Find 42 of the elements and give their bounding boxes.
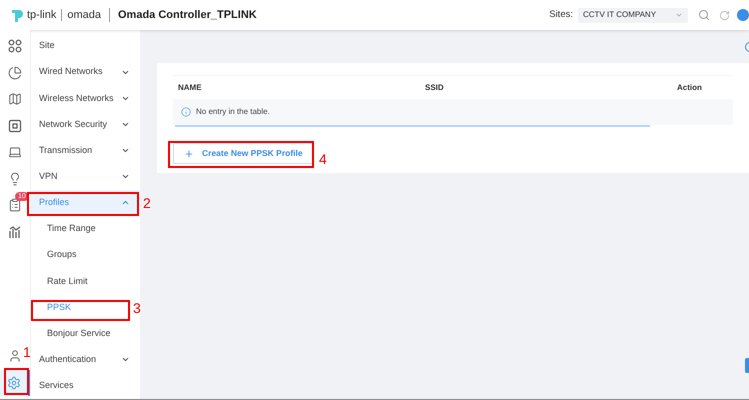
info-icon [181, 107, 191, 117]
column-header: SSID [425, 82, 445, 94]
column-header: NAME [177, 82, 203, 94]
submenu-item[interactable]: Bonjour Service [47, 320, 111, 347]
pie-chart-icon [8, 66, 22, 80]
menu-item[interactable]: VPN [31, 164, 140, 190]
logo-icon [10, 7, 26, 23]
brand-text: tp-link [27, 8, 56, 23]
settings-icon [7, 376, 21, 390]
site-select[interactable]: CCTV IT COMPANY [578, 8, 688, 22]
menu-item[interactable]: Wired Networks [31, 59, 140, 86]
clipboard-icon [8, 198, 22, 212]
plus-icon [184, 148, 194, 158]
chevron-down-icon [675, 11, 683, 19]
annotation-number: 1 [23, 344, 31, 360]
device-icon [8, 118, 22, 133]
menu-item[interactable]: Transmission [31, 138, 140, 164]
sites-label: Sites: [549, 8, 573, 22]
column-header: Action [677, 82, 702, 94]
app-title: Omada Controller_TPLINK [118, 8, 257, 23]
laptop-icon [8, 145, 22, 160]
submenu-item[interactable]: Groups [47, 242, 77, 268]
bar-chart-icon [8, 224, 22, 239]
annotation-frame [4, 368, 29, 395]
menu-item[interactable]: Network Security [31, 111, 140, 138]
annotation-number: 3 [133, 300, 141, 316]
submenu-item[interactable]: Time Range [47, 216, 96, 242]
annotation-number: 2 [143, 195, 151, 211]
search-icon[interactable] [698, 9, 710, 21]
menu-item[interactable]: Site [31, 33, 140, 60]
menu-item[interactable]: Services [31, 372, 140, 399]
map-icon [8, 92, 22, 106]
grid-icon [8, 39, 22, 54]
lightbulb-icon [8, 172, 22, 186]
menu-item[interactable]: Authentication [31, 346, 140, 373]
empty-message: No entry in the table. [196, 106, 270, 118]
submenu-item[interactable]: Rate Limit [47, 268, 88, 294]
product-text: omada [67, 8, 101, 23]
menu-item[interactable]: Wireless Networks [31, 85, 140, 112]
user-icon [8, 349, 22, 364]
annotation-number: 4 [319, 151, 327, 167]
avatar[interactable] [737, 9, 749, 21]
